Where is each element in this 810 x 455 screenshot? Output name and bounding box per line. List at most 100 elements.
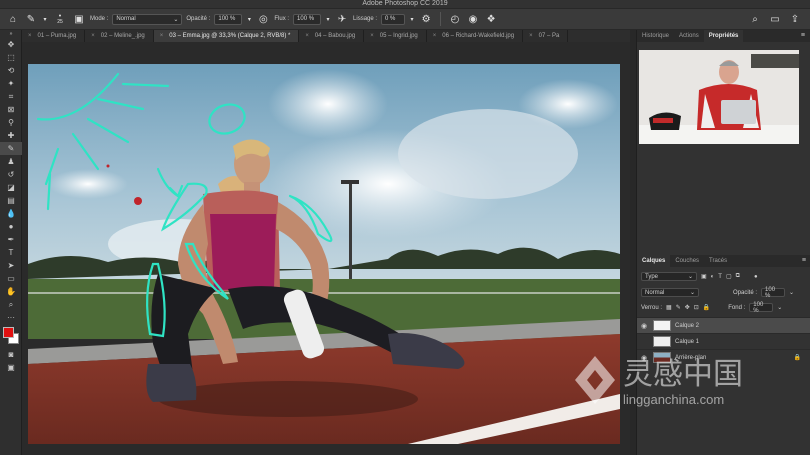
tab-babou[interactable]: × 04 – Babou.jpg: [299, 30, 365, 42]
color-swatches[interactable]: [0, 324, 22, 348]
eye-icon[interactable]: ◉: [637, 338, 651, 346]
chevron-down-icon[interactable]: ▾: [325, 12, 331, 26]
eraser-tool-icon[interactable]: ◪: [0, 181, 22, 194]
tab-emma[interactable]: × 03 – Emma.jpg @ 33,3% (Calque 2, RVB/8)…: [153, 30, 300, 42]
move-tool-icon[interactable]: ✥: [0, 38, 22, 51]
search-icon[interactable]: ⌕: [748, 12, 762, 26]
crop-tool-icon[interactable]: ⌗: [0, 90, 22, 103]
chevron-down-icon[interactable]: ▾: [409, 12, 415, 26]
chevron-down-icon[interactable]: ⌄: [789, 289, 794, 296]
pen-tool-icon[interactable]: ✒: [0, 233, 22, 246]
filter-adjust-icon[interactable]: ◐: [711, 274, 715, 280]
close-icon[interactable]: ×: [160, 30, 164, 42]
tab-pa[interactable]: × 07 – Pa: [523, 30, 569, 42]
lock-paint-icon[interactable]: ✎: [676, 304, 681, 311]
eye-icon[interactable]: ◉: [637, 322, 651, 330]
brush-settings-icon[interactable]: ▣: [72, 12, 86, 26]
share-icon[interactable]: ⇪: [788, 12, 802, 26]
panel-menu-icon[interactable]: ≡: [801, 30, 810, 42]
canvas-area[interactable]: [22, 42, 630, 455]
filter-type-icon[interactable]: T: [718, 274, 722, 280]
tab-calques[interactable]: Calques: [637, 255, 671, 267]
blur-tool-icon[interactable]: 💧: [0, 207, 22, 220]
workspace-icon[interactable]: ▭: [768, 12, 782, 26]
angle-icon[interactable]: ◴: [448, 12, 462, 26]
brush-preset-picker[interactable]: • 25: [52, 12, 68, 26]
lock-move-icon[interactable]: ✥: [685, 304, 690, 311]
home-icon[interactable]: ⌂: [6, 12, 20, 26]
lock-pixels-icon[interactable]: ▦: [666, 304, 672, 311]
magic-wand-tool-icon[interactable]: ✦: [0, 77, 22, 90]
filter-pixel-icon[interactable]: ▣: [701, 273, 707, 280]
close-icon[interactable]: ×: [91, 30, 95, 42]
pressure-opacity-icon[interactable]: ◎: [256, 12, 270, 26]
close-icon[interactable]: ×: [305, 30, 309, 42]
tools-panel: » ✥ ⬚ ⟲ ✦ ⌗ ⊠ ⚲ ✚ ✎ ♟ ↺ ◪ ▤ 💧 ● ✒ T ➤ ▭ …: [0, 30, 22, 455]
filter-smart-icon[interactable]: ⧉: [736, 273, 740, 280]
symmetry-icon[interactable]: ❖: [484, 12, 498, 26]
type-tool-icon[interactable]: T: [0, 246, 22, 259]
tab-traces[interactable]: Tracés: [704, 255, 732, 267]
layer-opacity-field[interactable]: 100 %: [761, 287, 786, 299]
tab-ingrid[interactable]: × 05 – Ingrid.jpg: [364, 30, 427, 42]
document-canvas[interactable]: [28, 64, 620, 444]
close-icon[interactable]: ×: [370, 30, 374, 42]
filter-toggle-icon[interactable]: ●: [754, 274, 758, 280]
clone-stamp-tool-icon[interactable]: ♟: [0, 155, 22, 168]
brush-tool-icon[interactable]: ✎: [0, 142, 22, 155]
eyedropper-tool-icon[interactable]: ⚲: [0, 116, 22, 129]
opacity-field[interactable]: 100 %: [214, 13, 243, 25]
blend-mode-select[interactable]: Normal ⌄: [641, 288, 699, 297]
dodge-tool-icon[interactable]: ●: [0, 220, 22, 233]
tab-historique[interactable]: Historique: [637, 30, 674, 42]
blend-mode-value: Normal: [645, 289, 665, 296]
close-icon[interactable]: ×: [529, 30, 533, 42]
path-selection-tool-icon[interactable]: ➤: [0, 259, 22, 272]
airbrush-icon[interactable]: ✈: [335, 12, 349, 26]
layer-name[interactable]: Calque 1: [675, 339, 699, 345]
gradient-tool-icon[interactable]: ▤: [0, 194, 22, 207]
frame-tool-icon[interactable]: ⊠: [0, 103, 22, 116]
tab-meline[interactable]: × 02 – Meline_.jpg: [85, 30, 154, 42]
more-tools-icon[interactable]: ···: [0, 311, 22, 324]
brush-tool-icon[interactable]: ✎: [24, 12, 38, 26]
close-icon[interactable]: ×: [433, 30, 437, 42]
marquee-tool-icon[interactable]: ⬚: [0, 51, 22, 64]
collapse-arrows-icon[interactable]: »: [0, 30, 22, 38]
foreground-color-swatch[interactable]: [3, 327, 14, 338]
mode-select[interactable]: Normal ⌄: [112, 13, 183, 25]
layer-name[interactable]: Calque 2: [675, 323, 699, 329]
quick-mask-icon[interactable]: ◙: [0, 348, 22, 361]
watermark-logo: 灵感中国 lingganchina.com: [575, 356, 743, 407]
tab-proprietes[interactable]: Propriétés: [703, 30, 744, 42]
lasso-tool-icon[interactable]: ⟲: [0, 64, 22, 77]
healing-brush-tool-icon[interactable]: ✚: [0, 129, 22, 142]
layer-filter-select[interactable]: Type ⌄: [641, 272, 697, 281]
layer-row-calque-2[interactable]: ◉ Calque 2: [637, 317, 810, 333]
layer-row-calque-1[interactable]: ◉ Calque 1: [637, 333, 810, 349]
tab-richard-wakefield[interactable]: × 06 – Richard-Wakefield.jpg: [427, 30, 524, 42]
filter-shape-icon[interactable]: ▢: [726, 273, 732, 280]
tab-couches[interactable]: Couches: [670, 255, 704, 267]
gear-icon[interactable]: ⚙: [419, 12, 433, 26]
watermark-brand: 灵感中国: [623, 357, 743, 392]
screen-mode-icon[interactable]: ▣: [0, 361, 22, 374]
smoothing-field[interactable]: 0 %: [381, 13, 406, 25]
tab-label: 01 – Puma.jpg: [37, 33, 77, 39]
tab-actions[interactable]: Actions: [674, 30, 704, 42]
flow-field[interactable]: 100 %: [293, 13, 322, 25]
panel-menu-icon[interactable]: ≡: [802, 255, 810, 267]
lock-artboard-icon[interactable]: ⊡: [694, 304, 699, 311]
history-brush-tool-icon[interactable]: ↺: [0, 168, 22, 181]
zoom-tool-icon[interactable]: ⌕: [0, 298, 22, 311]
lock-all-icon[interactable]: 🔒: [703, 304, 710, 311]
rectangle-tool-icon[interactable]: ▭: [0, 272, 22, 285]
chevron-down-icon[interactable]: ▾: [42, 12, 48, 26]
chevron-down-icon[interactable]: ▾: [246, 12, 252, 26]
pressure-size-icon[interactable]: ◉: [466, 12, 480, 26]
fill-field[interactable]: 100 %: [749, 302, 774, 314]
close-icon[interactable]: ×: [28, 30, 32, 42]
chevron-down-icon[interactable]: ⌄: [777, 304, 782, 311]
hand-tool-icon[interactable]: ✋: [0, 285, 22, 298]
tab-puma[interactable]: × 01 – Puma.jpg: [22, 30, 86, 42]
